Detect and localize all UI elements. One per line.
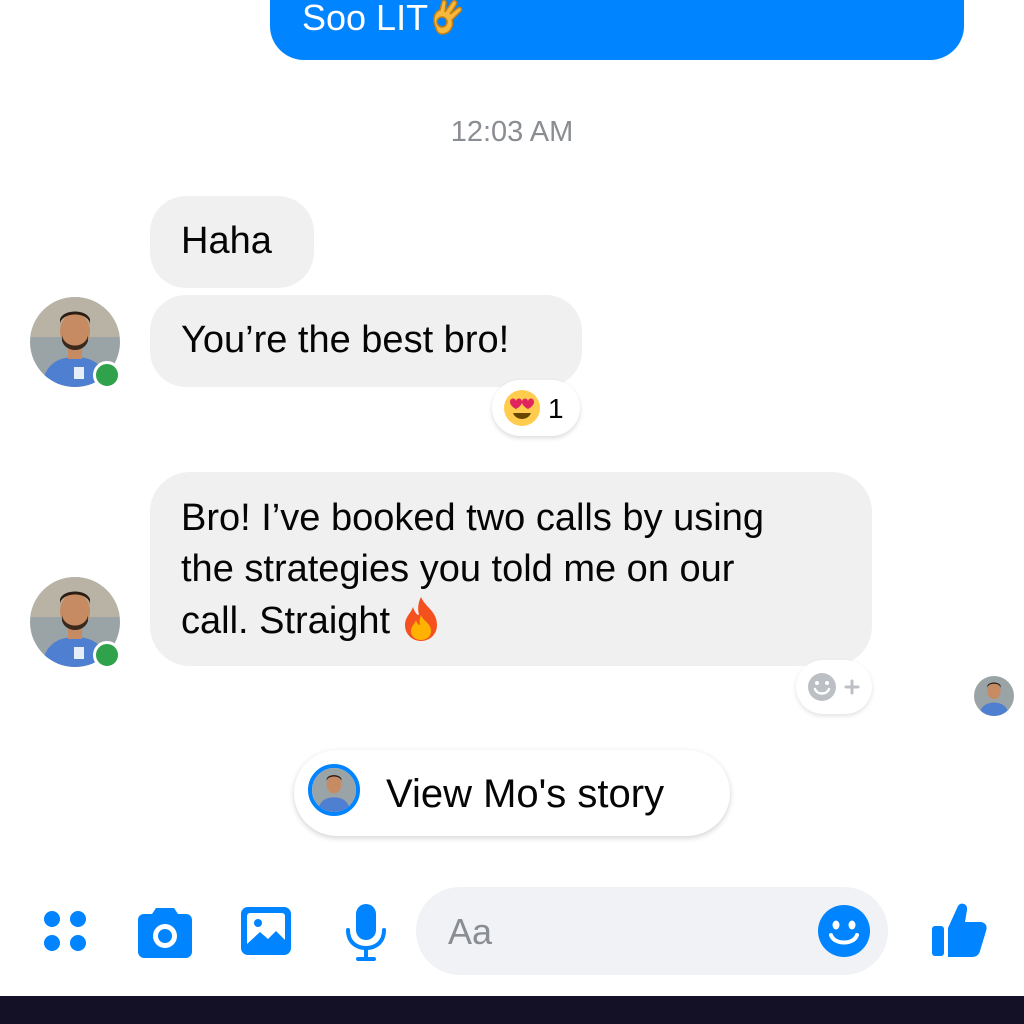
incoming-message-bubble[interactable]: Bro! I’ve booked two calls by using the … <box>150 472 872 666</box>
message-line: call. Straight <box>181 595 764 647</box>
seen-by-avatar <box>974 676 1014 716</box>
message-line: Bro! I’ve booked two calls by using <box>181 497 764 539</box>
emoji-icon[interactable] <box>816 903 872 959</box>
incoming-message-bubble[interactable]: You’re the best bro! <box>150 295 582 387</box>
outgoing-message-bubble[interactable]: Soo LIT <box>270 0 964 60</box>
message-timestamp: 12:03 AM <box>450 116 574 148</box>
online-status-indicator <box>93 361 121 389</box>
view-story-button[interactable]: View Mo's story <box>294 750 730 836</box>
grid-menu-icon[interactable] <box>40 906 90 956</box>
message-input[interactable] <box>446 909 810 955</box>
add-reaction-button[interactable] <box>796 660 872 714</box>
heart-eyes-emoji-icon <box>504 390 540 426</box>
ok-hand-emoji-icon <box>433 0 463 35</box>
message-reaction-badge[interactable]: 1 <box>492 380 580 436</box>
microphone-icon[interactable] <box>342 902 390 962</box>
bottom-background-strip <box>0 996 1024 1024</box>
incoming-message-text: You’re the best bro! <box>181 319 510 361</box>
online-status-indicator <box>93 641 121 669</box>
incoming-message-bubble[interactable]: Haha <box>150 196 314 288</box>
add-reaction-icon <box>808 673 860 701</box>
outgoing-message-text: Soo LIT <box>302 0 464 38</box>
gallery-icon[interactable] <box>238 904 294 958</box>
incoming-message-text: Haha <box>181 220 272 262</box>
camera-icon[interactable] <box>134 904 196 960</box>
story-avatar <box>308 764 360 816</box>
view-story-label: View Mo's story <box>386 772 665 816</box>
thumbs-up-icon[interactable] <box>928 900 990 960</box>
message-line: the strategies you told me on our <box>181 548 735 590</box>
message-composer[interactable] <box>416 887 888 975</box>
incoming-message-text: Bro! I’ve booked two calls by using the … <box>181 493 764 647</box>
fire-emoji-icon <box>404 597 437 641</box>
reaction-count: 1 <box>548 393 564 424</box>
